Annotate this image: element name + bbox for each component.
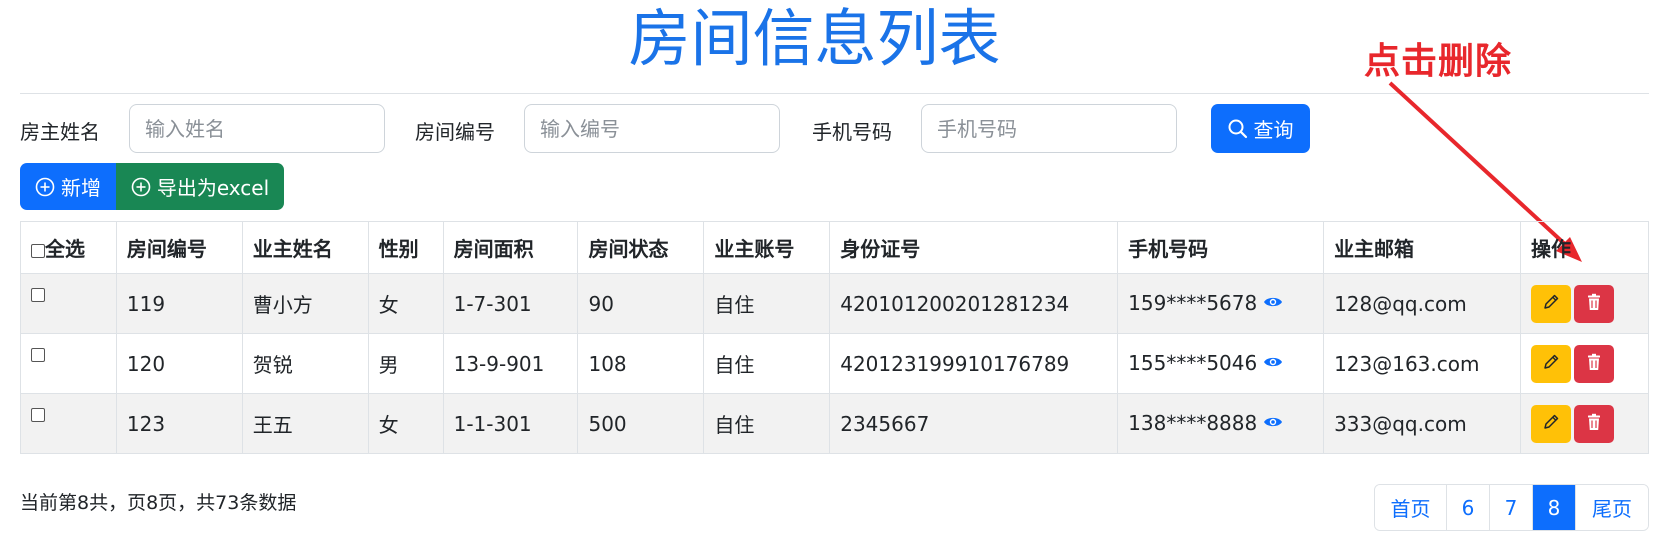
room-table: 全选 房间编号 业主姓名 性别 房间面积 房间状态 业主账号 身份证号 手机号码…: [20, 221, 1649, 454]
cell-id-number: 2345667: [829, 393, 1119, 454]
select-all-header[interactable]: 全选: [20, 221, 117, 274]
header-phone: 手机号码: [1117, 221, 1325, 274]
cell-actions: [1520, 393, 1649, 454]
table-row: 120 贺锐 男 13-9-901 108 自住 420123199910176…: [20, 333, 1649, 394]
cell-room-area: 1-7-301: [442, 273, 579, 334]
header-actions: 操作: [1520, 221, 1649, 274]
search-bar: 房主姓名 房间编号 手机号码: [0, 104, 1669, 154]
trash-icon: [1586, 292, 1602, 316]
cell-email: 123@163.com: [1323, 333, 1522, 394]
page-8[interactable]: 8: [1533, 485, 1576, 530]
cell-room-area: 13-9-901: [442, 333, 579, 394]
header-owner-name: 业主姓名: [241, 221, 369, 274]
page-7[interactable]: 7: [1490, 485, 1533, 530]
export-excel-button[interactable]: 导出为excel: [116, 163, 284, 210]
table-row: 119 曹小方 女 1-7-301 90 自住 4201012002012812…: [20, 273, 1649, 334]
phone-label: 手机号码: [812, 120, 892, 144]
table-row: 123 王五 女 1-1-301 500 自住 2345667 138****8…: [20, 393, 1649, 454]
plus-circle-icon: [131, 177, 151, 197]
cell-id-number: 420101200201281234: [829, 273, 1119, 334]
phone-text: 155****5046: [1128, 350, 1258, 375]
header-email: 业主邮箱: [1323, 221, 1522, 274]
cell-email: 333@qq.com: [1323, 393, 1522, 454]
add-button-label: 新增: [61, 176, 101, 200]
row-checkbox[interactable]: [31, 408, 45, 422]
cell-gender: 男: [367, 333, 444, 394]
select-all-label: 全选: [45, 237, 85, 261]
header-gender: 性别: [367, 221, 444, 274]
export-button-label: 导出为excel: [156, 176, 270, 200]
header-room-status: 房间状态: [577, 221, 705, 274]
cell-gender: 女: [367, 393, 444, 454]
cell-owner-account: 自住: [703, 393, 831, 454]
header-owner-account: 业主账号: [703, 221, 831, 274]
owner-name-label: 房主姓名: [20, 120, 100, 144]
delete-button[interactable]: [1574, 404, 1615, 443]
title-divider: [20, 93, 1649, 94]
cell-owner-account: 自住: [703, 333, 831, 394]
phone-text: 159****5678: [1128, 290, 1258, 315]
edit-button[interactable]: [1531, 344, 1572, 383]
delete-button[interactable]: [1574, 344, 1615, 383]
cell-actions: [1520, 333, 1649, 394]
cell-room-number: 120: [115, 333, 243, 394]
page-status-text: 当前第8共，页8页，共73条数据: [20, 492, 297, 514]
table-header-row: 全选 房间编号 业主姓名 性别 房间面积 房间状态 业主账号 身份证号 手机号码…: [20, 221, 1649, 274]
row-checkbox[interactable]: [31, 348, 45, 362]
row-checkbox[interactable]: [31, 288, 45, 302]
header-room-number: 房间编号: [115, 221, 243, 274]
page-6[interactable]: 6: [1447, 485, 1490, 530]
room-number-label: 房间编号: [415, 120, 495, 144]
query-button-label: 查询: [1253, 118, 1294, 142]
cell-id-number: 420123199910176789: [829, 333, 1119, 394]
owner-name-input[interactable]: [129, 104, 385, 153]
cell-phone: 138****8888: [1117, 393, 1325, 454]
cell-actions: [1520, 273, 1649, 334]
cell-gender: 女: [367, 273, 444, 334]
edit-button[interactable]: [1531, 284, 1572, 323]
phone-text: 138****8888: [1128, 410, 1258, 435]
pencil-icon: [1542, 292, 1560, 316]
cell-room-area: 1-1-301: [442, 393, 579, 454]
phone-input[interactable]: [921, 104, 1177, 153]
header-id-number: 身份证号: [829, 221, 1119, 274]
cell-room-number: 123: [115, 393, 243, 454]
select-all-checkbox[interactable]: [31, 243, 45, 258]
cell-phone: 155****5046: [1117, 333, 1325, 394]
cell-room-status: 108: [577, 333, 705, 394]
delete-annotation: 点击删除: [1364, 41, 1513, 82]
page-first[interactable]: 首页: [1375, 485, 1447, 530]
header-room-area: 房间面积: [442, 221, 579, 274]
pencil-icon: [1542, 352, 1560, 376]
room-number-input[interactable]: [524, 104, 780, 153]
eye-icon[interactable]: [1263, 290, 1283, 314]
add-button[interactable]: 新增: [20, 163, 116, 210]
plus-circle-icon: [35, 177, 55, 197]
query-button[interactable]: 查询: [1211, 104, 1310, 153]
pencil-icon: [1542, 412, 1560, 436]
cell-owner-name: 贺锐: [241, 333, 369, 394]
trash-icon: [1586, 352, 1602, 376]
cell-phone: 159****5678: [1117, 273, 1325, 334]
search-icon: [1228, 119, 1248, 139]
pagination: 首页 6 7 8 尾页: [1374, 484, 1649, 531]
delete-button[interactable]: [1574, 284, 1615, 323]
eye-icon[interactable]: [1263, 410, 1283, 434]
trash-icon: [1586, 412, 1602, 436]
page-last[interactable]: 尾页: [1576, 485, 1648, 530]
cell-room-status: 500: [577, 393, 705, 454]
cell-room-status: 90: [577, 273, 705, 334]
edit-button[interactable]: [1531, 404, 1572, 443]
cell-owner-name: 曹小方: [241, 273, 369, 334]
cell-email: 128@qq.com: [1323, 273, 1522, 334]
cell-room-number: 119: [115, 273, 243, 334]
cell-owner-name: 王五: [241, 393, 369, 454]
cell-owner-account: 自住: [703, 273, 831, 334]
eye-icon[interactable]: [1263, 350, 1283, 374]
